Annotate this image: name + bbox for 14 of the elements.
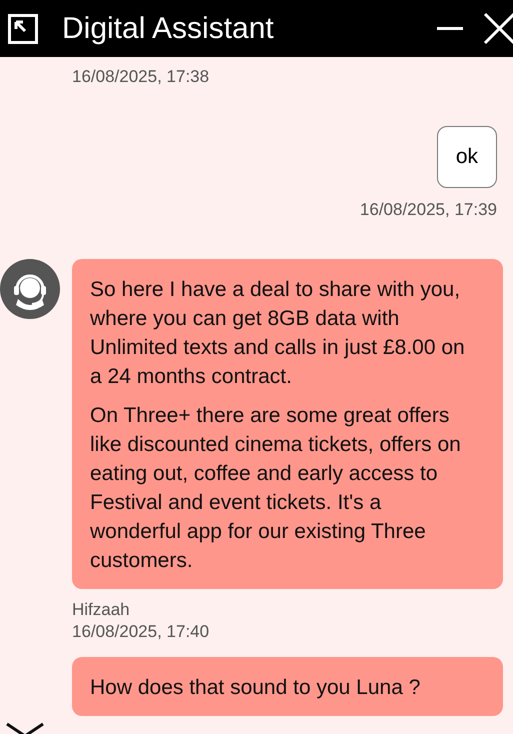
timestamp: 16/08/2025, 17:38 [72,66,210,88]
expand-icon[interactable] [8,14,38,44]
minimize-icon[interactable] [437,26,463,30]
user-message: ok [436,126,497,188]
message-paragraph: On Three+ there are some great offers like discounted cinema tickets, offers on eating out, coffee and early access to Festival and event tickets. It's a wonderful app for our existing Three customers. [90,403,462,574]
chevron-down-icon[interactable] [5,722,45,734]
timestamp: 16/08/2025, 17:40 [72,621,210,643]
message-paragraph: So here I have a deal to share with you, where you can get 8GB data with Unlimited texts and calls in just £8.00 on a 24 months contract. [90,277,466,390]
timestamp: 16/08/2025, 17:39 [360,199,497,221]
window-title: Digital Assistant [62,12,275,46]
message-paragraph: How does that sound to you Luna ? [90,675,422,701]
agent-avatar-icon [0,259,60,319]
sender-name: Hifzaah [72,599,131,621]
close-icon[interactable] [483,12,513,45]
